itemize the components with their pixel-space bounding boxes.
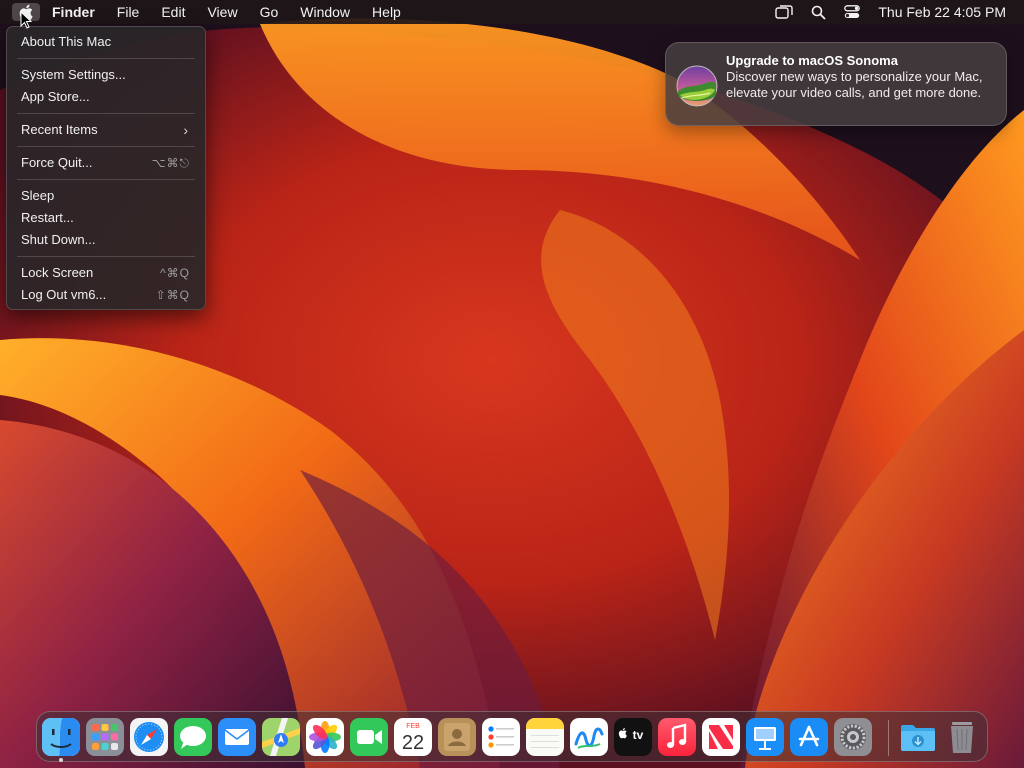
maps-icon[interactable] — [262, 718, 300, 756]
mail-icon[interactable] — [218, 718, 256, 756]
system-settings-icon[interactable] — [834, 718, 872, 756]
menu-item-label: App Store... — [21, 89, 90, 104]
reminders-icon[interactable] — [482, 718, 520, 756]
menu-item-system-settings[interactable]: System Settings... — [12, 64, 200, 86]
facetime-icon[interactable] — [350, 718, 388, 756]
menu-item-label: Log Out vm6... — [21, 287, 107, 302]
trash-icon[interactable] — [943, 718, 981, 756]
dock: FEB 22 tv — [36, 711, 988, 762]
mouse-cursor-icon — [20, 10, 33, 34]
menu-item-label: Lock Screen — [21, 265, 94, 280]
menu-item-label: Restart... — [21, 210, 74, 225]
menu-item-lock-screen[interactable]: Lock Screen ^⌘Q — [12, 262, 200, 284]
spotlight-search-icon[interactable] — [811, 5, 826, 20]
menu-item-shortcut: ^⌘Q — [160, 266, 190, 280]
music-icon[interactable] — [658, 718, 696, 756]
news-icon[interactable] — [702, 718, 740, 756]
apple-tv-icon[interactable]: tv — [614, 718, 652, 756]
keynote-icon[interactable] — [746, 718, 784, 756]
apple-menu-dropdown: About This Mac System Settings... App St… — [6, 26, 206, 310]
photos-icon[interactable] — [306, 718, 344, 756]
upgrade-notification[interactable]: Upgrade to macOS Sonoma Discover new way… — [665, 42, 1007, 126]
menu-item-about-this-mac[interactable]: About This Mac — [12, 31, 200, 53]
menu-separator — [17, 113, 195, 114]
menu-view[interactable]: View — [207, 4, 237, 20]
downloads-folder-icon[interactable] — [899, 718, 937, 756]
menu-file[interactable]: File — [117, 4, 140, 20]
menu-window[interactable]: Window — [300, 4, 350, 20]
calendar-day: 22 — [402, 732, 424, 754]
menu-separator — [17, 179, 195, 180]
calendar-month: FEB — [406, 723, 420, 730]
finder-icon[interactable] — [42, 718, 80, 756]
menu-item-restart[interactable]: Restart... — [12, 207, 200, 229]
menu-item-label: Recent Items — [21, 122, 98, 137]
menu-edit[interactable]: Edit — [161, 4, 185, 20]
menu-item-sleep[interactable]: Sleep — [12, 185, 200, 207]
control-center-icon[interactable] — [844, 5, 861, 19]
menu-item-label: Shut Down... — [21, 232, 96, 247]
chevron-right-icon: › — [183, 122, 188, 138]
menu-bar-status-area: Thu Feb 22 4:05 PM — [775, 0, 1006, 24]
menu-app-name[interactable]: Finder — [52, 4, 95, 20]
menu-item-app-store[interactable]: App Store... — [12, 86, 200, 108]
menu-item-label: Force Quit... — [21, 155, 93, 170]
menu-bar-clock[interactable]: Thu Feb 22 4:05 PM — [878, 4, 1006, 20]
notes-icon[interactable] — [526, 718, 564, 756]
menu-item-label: System Settings... — [21, 67, 126, 82]
calendar-icon[interactable]: FEB 22 — [394, 718, 432, 756]
macos-sonoma-icon — [676, 65, 718, 107]
menu-separator — [17, 146, 195, 147]
menu-item-log-out[interactable]: Log Out vm6... ⇧⌘Q — [12, 284, 200, 306]
menu-item-shortcut: ⌥⌘⎋ — [151, 156, 190, 170]
menu-item-label: About This Mac — [21, 34, 112, 49]
menu-item-label: Sleep — [21, 188, 55, 203]
dock-divider — [888, 720, 889, 756]
notification-body: Discover new ways to personalize your Ma… — [726, 69, 983, 100]
launchpad-icon[interactable] — [86, 718, 124, 756]
menu-bar: Finder File Edit View Go Window Help Thu… — [0, 0, 1024, 24]
contacts-icon[interactable] — [438, 718, 476, 756]
tv-label: tv — [633, 728, 644, 742]
menu-go[interactable]: Go — [260, 4, 279, 20]
menu-help[interactable]: Help — [372, 4, 401, 20]
finder-running-indicator — [59, 758, 63, 762]
notification-title: Upgrade to macOS Sonoma — [726, 53, 898, 68]
menu-item-shut-down[interactable]: Shut Down... — [12, 229, 200, 251]
messages-icon[interactable] — [174, 718, 212, 756]
menu-item-shortcut: ⇧⌘Q — [155, 288, 190, 302]
app-store-icon[interactable] — [790, 718, 828, 756]
menu-separator — [17, 58, 195, 59]
freeform-icon[interactable] — [570, 718, 608, 756]
screen-mirroring-icon[interactable] — [775, 5, 794, 19]
menu-item-force-quit[interactable]: Force Quit... ⌥⌘⎋ — [12, 152, 200, 174]
menu-separator — [17, 256, 195, 257]
safari-icon[interactable] — [130, 718, 168, 756]
menu-item-recent-items[interactable]: Recent Items › — [12, 119, 200, 141]
